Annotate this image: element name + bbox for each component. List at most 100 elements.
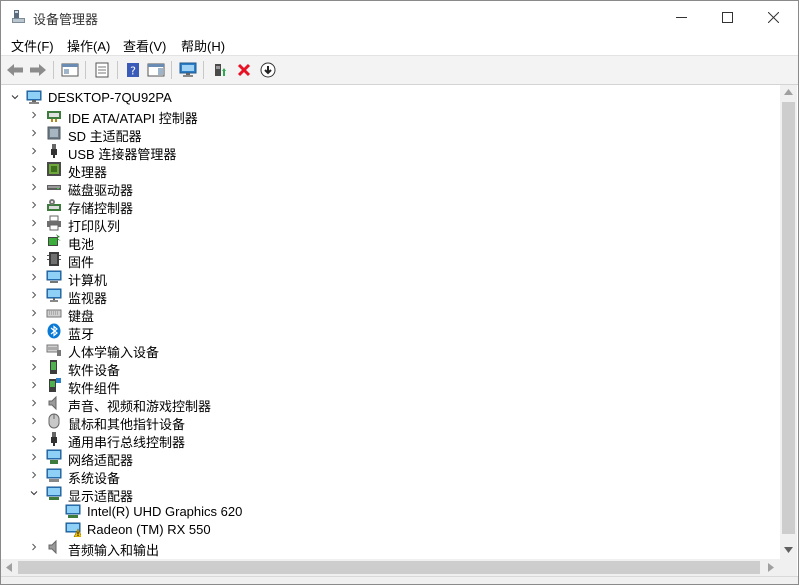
- chevron-right-icon[interactable]: [28, 448, 40, 466]
- download-driver-button[interactable]: [258, 60, 278, 80]
- svg-text:?: ?: [130, 65, 136, 78]
- chevron-right-icon[interactable]: [28, 304, 40, 322]
- tree-root[interactable]: DESKTOP-7QU92PA: [1, 88, 779, 106]
- horizontal-scrollbar[interactable]: [1, 559, 780, 576]
- sd-host-adapter-icon: [47, 126, 61, 140]
- tree-item[interactable]: 键盘: [1, 304, 779, 324]
- scan-hardware-button[interactable]: [178, 60, 198, 80]
- tree-item[interactable]: 系统设备: [1, 466, 779, 486]
- forward-arrow-icon: [30, 64, 46, 76]
- action-pane-button[interactable]: [146, 60, 166, 80]
- chevron-right-icon[interactable]: [28, 106, 40, 124]
- tree-item[interactable]: IDE ATA/ATAPI 控制器: [1, 106, 779, 126]
- chevron-right-icon[interactable]: [28, 394, 40, 412]
- chevron-right-icon[interactable]: [28, 538, 40, 556]
- scroll-right-icon[interactable]: [768, 563, 774, 572]
- scroll-left-icon[interactable]: [6, 563, 12, 572]
- scan-hardware-icon: [179, 62, 197, 77]
- tree-item-label: Intel(R) UHD Graphics 620: [87, 504, 243, 519]
- chevron-right-icon[interactable]: [28, 214, 40, 232]
- tree-item[interactable]: 软件组件: [1, 376, 779, 396]
- minimize-button[interactable]: [658, 1, 704, 33]
- tree-item[interactable]: 固件: [1, 250, 779, 270]
- menu-view[interactable]: 查看(V): [123, 36, 166, 55]
- chevron-right-icon[interactable]: [28, 358, 40, 376]
- vertical-scroll-thumb[interactable]: [782, 102, 795, 534]
- back-button[interactable]: [5, 60, 25, 80]
- close-button[interactable]: [750, 1, 796, 33]
- tree-item[interactable]: 软件设备: [1, 358, 779, 378]
- menu-file[interactable]: 文件(F): [11, 36, 54, 55]
- speaker-icon: [48, 395, 57, 411]
- chevron-right-icon[interactable]: [28, 412, 40, 430]
- tree-item-expanded[interactable]: 显示适配器: [1, 484, 779, 504]
- chevron-right-icon[interactable]: [28, 250, 40, 268]
- update-driver-icon: [215, 64, 226, 76]
- chevron-right-icon[interactable]: [28, 466, 40, 484]
- scroll-down-icon[interactable]: [784, 547, 793, 553]
- tree-item[interactable]: 处理器: [1, 160, 779, 180]
- properties-button[interactable]: [92, 60, 112, 80]
- show-hide-tree-button[interactable]: [60, 60, 80, 80]
- chevron-right-icon[interactable]: [28, 124, 40, 142]
- ide-controller-icon: [47, 111, 61, 122]
- tree-item[interactable]: 人体学输入设备: [1, 340, 779, 360]
- usb-icon: [51, 144, 57, 158]
- tree-item[interactable]: 电池: [1, 232, 779, 252]
- scroll-up-icon[interactable]: [784, 89, 793, 95]
- help-button[interactable]: ?: [123, 60, 143, 80]
- show-hide-console-tree-icon: [61, 63, 79, 77]
- display-adapter-icon: [46, 486, 62, 500]
- tree-child-item[interactable]: Radeon (TM) RX 550: [1, 520, 779, 538]
- chevron-right-icon[interactable]: [28, 286, 40, 304]
- chevron-down-icon[interactable]: [9, 88, 21, 106]
- status-bar: [1, 576, 798, 584]
- maximize-button[interactable]: [704, 1, 750, 33]
- chevron-right-icon[interactable]: [28, 196, 40, 214]
- action-pane-icon: [147, 63, 165, 77]
- chevron-right-icon[interactable]: [28, 322, 40, 340]
- chevron-right-icon[interactable]: [28, 160, 40, 178]
- properties-icon: [95, 62, 109, 78]
- chevron-down-icon[interactable]: [28, 484, 40, 502]
- tree-item[interactable]: SD 主适配器: [1, 124, 779, 144]
- menu-action[interactable]: 操作(A): [67, 36, 110, 55]
- vertical-scrollbar[interactable]: [780, 85, 797, 559]
- chevron-right-icon[interactable]: [28, 340, 40, 358]
- tree-item[interactable]: 声音、视频和游戏控制器: [1, 394, 779, 414]
- forward-button[interactable]: [28, 60, 48, 80]
- tree-child-item[interactable]: Intel(R) UHD Graphics 620: [1, 502, 779, 520]
- update-driver-button[interactable]: [210, 60, 230, 80]
- tree-item[interactable]: 网络适配器: [1, 448, 779, 468]
- horizontal-scroll-thumb[interactable]: [18, 561, 760, 574]
- chevron-right-icon[interactable]: [28, 232, 40, 250]
- tree-item[interactable]: 磁盘驱动器: [1, 178, 779, 198]
- printer-icon: [47, 215, 61, 231]
- tree-item[interactable]: 通用串行总线控制器: [1, 430, 779, 450]
- menu-help[interactable]: 帮助(H): [181, 36, 225, 55]
- tree-item[interactable]: 计算机: [1, 268, 779, 288]
- tree-item[interactable]: 存储控制器: [1, 196, 779, 216]
- chevron-right-icon[interactable]: [28, 142, 40, 160]
- computer-monitor-icon: [46, 270, 62, 283]
- chevron-right-icon[interactable]: [28, 178, 40, 196]
- system-device-icon: [46, 468, 62, 482]
- firmware-icon: [47, 252, 61, 266]
- tree-item[interactable]: 鼠标和其他指针设备: [1, 412, 779, 432]
- device-manager-window: 设备管理器 文件(F) 操作(A) 查看(V) 帮助(H) ? DESKTOP-…: [0, 0, 799, 585]
- hid-icon: [46, 344, 61, 356]
- tree-item[interactable]: 监视器: [1, 286, 779, 306]
- device-tree: DESKTOP-7QU92PA IDE ATA/ATAPI 控制器 SD 主适配…: [1, 85, 779, 559]
- keyboard-icon: [46, 309, 62, 318]
- battery-icon: [48, 234, 61, 246]
- tree-item-label: 音频输入和输出: [68, 543, 160, 558]
- tree-item[interactable]: 音频输入和输出: [1, 538, 779, 558]
- tree-item[interactable]: USB 连接器管理器: [1, 142, 779, 162]
- chevron-right-icon[interactable]: [28, 430, 40, 448]
- mouse-icon: [48, 413, 60, 429]
- chevron-right-icon[interactable]: [28, 268, 40, 286]
- tree-item[interactable]: 蓝牙: [1, 322, 779, 342]
- chevron-right-icon[interactable]: [28, 376, 40, 394]
- uninstall-device-button[interactable]: [234, 60, 254, 80]
- tree-item[interactable]: 打印队列: [1, 214, 779, 234]
